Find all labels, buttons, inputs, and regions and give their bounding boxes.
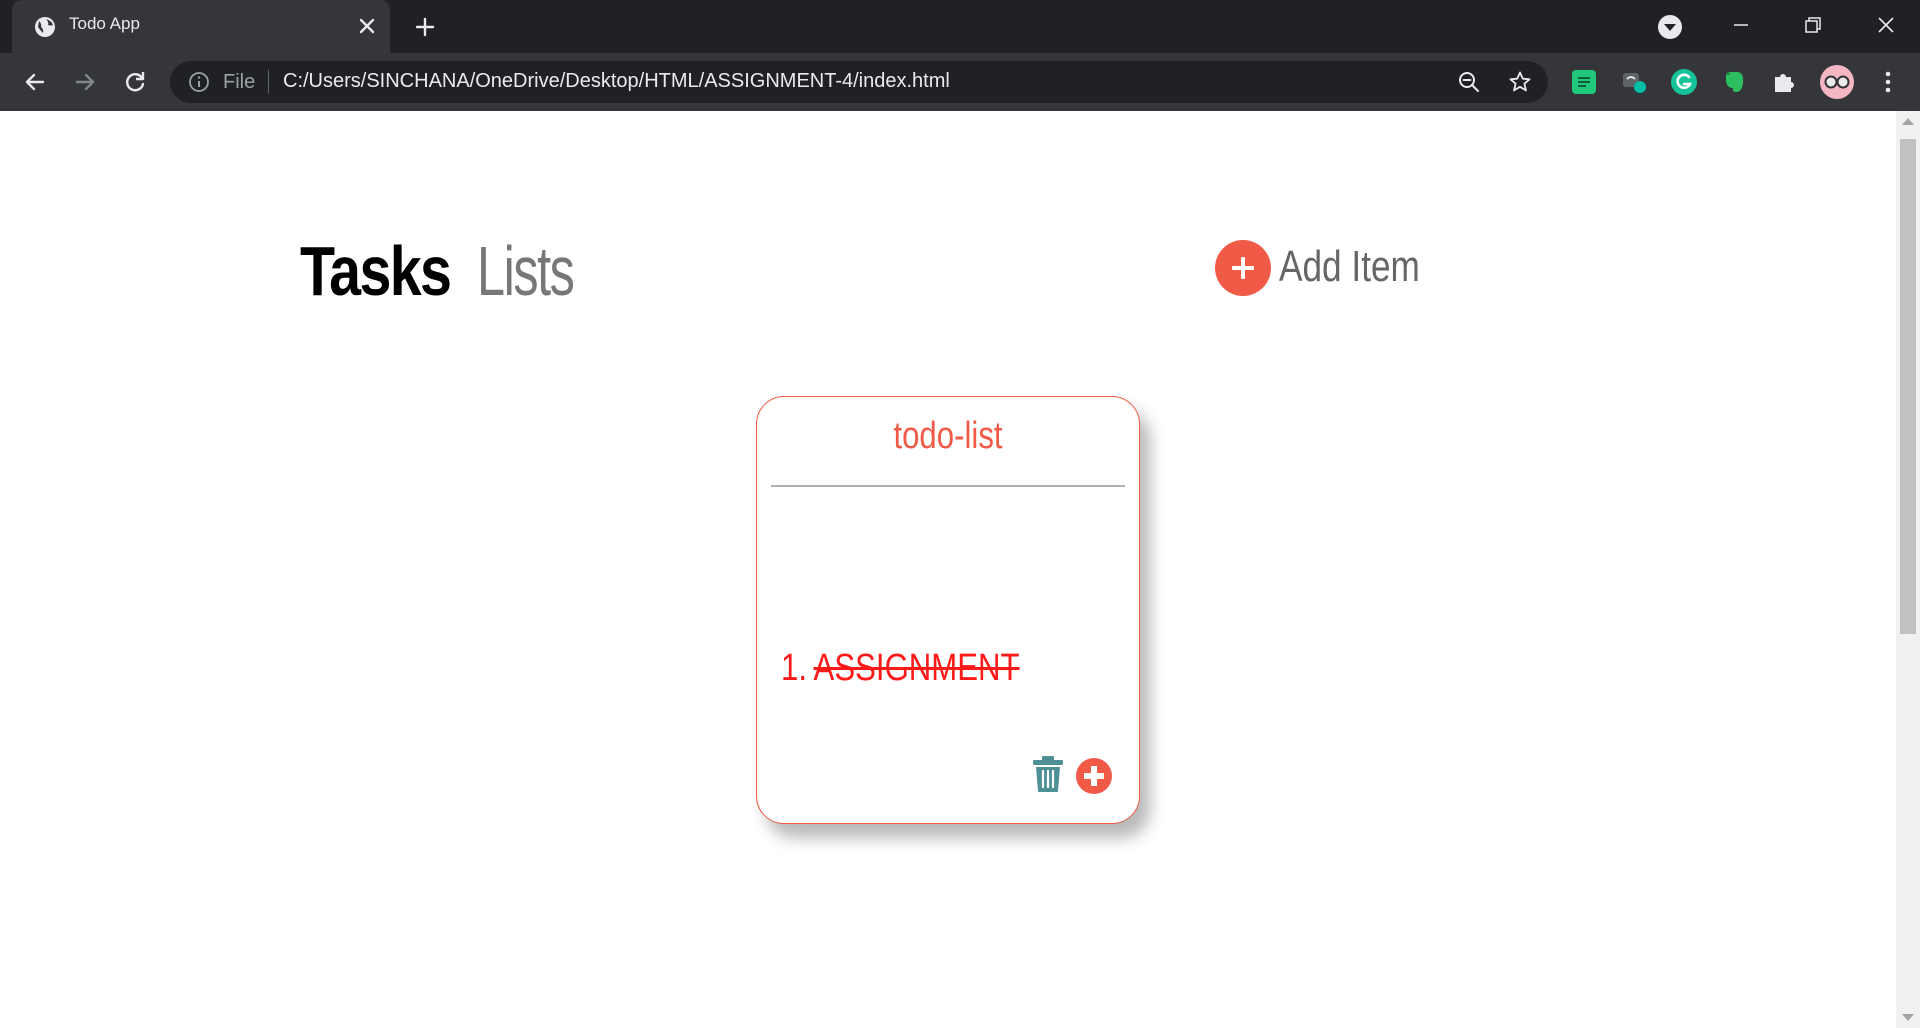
todo-list: 1. ASSIGNMENT bbox=[781, 647, 1072, 690]
meet-extension-icon[interactable] bbox=[1619, 67, 1649, 97]
zoom-out-icon[interactable] bbox=[1457, 70, 1481, 94]
globe-icon bbox=[35, 17, 55, 37]
new-tab-button[interactable] bbox=[411, 13, 439, 41]
profile-avatar[interactable] bbox=[1820, 65, 1854, 99]
todo-card: todo-list 1. ASSIGNMENT bbox=[756, 396, 1140, 824]
address-bar[interactable]: File C:/Users/SINCHANA/OneDrive/Desktop/… bbox=[170, 61, 1548, 103]
spreadsheet-extension-icon[interactable] bbox=[1569, 67, 1599, 97]
info-icon[interactable] bbox=[188, 71, 210, 93]
nav-tasks-link[interactable]: Tasks bbox=[300, 231, 452, 311]
puzzle-icon[interactable] bbox=[1769, 67, 1799, 97]
forward-icon[interactable] bbox=[70, 67, 100, 97]
vertical-scrollbar[interactable] bbox=[1896, 111, 1920, 1028]
browser-toolbar: File C:/Users/SINCHANA/OneDrive/Desktop/… bbox=[0, 53, 1920, 111]
add-item-label[interactable]: Add Item bbox=[1279, 242, 1420, 292]
evernote-icon[interactable] bbox=[1719, 67, 1749, 97]
add-item-button[interactable]: Add Item bbox=[1215, 240, 1420, 298]
trash-icon[interactable] bbox=[1031, 755, 1065, 793]
tab-search-dropdown-icon[interactable] bbox=[1656, 13, 1684, 41]
scroll-down-arrow-icon[interactable] bbox=[1902, 1014, 1914, 1021]
list-item-number: 1. bbox=[781, 647, 807, 689]
url-scheme-label: File bbox=[223, 71, 256, 93]
grammarly-icon[interactable] bbox=[1669, 67, 1699, 97]
minimize-icon[interactable] bbox=[1726, 10, 1756, 40]
close-window-icon[interactable] bbox=[1871, 10, 1901, 40]
card-divider bbox=[771, 485, 1125, 487]
tab-title: Todo App bbox=[69, 14, 140, 33]
add-circle-icon[interactable] bbox=[1215, 240, 1271, 296]
url-text[interactable]: C:/Users/SINCHANA/OneDrive/Desktop/HTML/… bbox=[283, 70, 950, 93]
add-task-plus-icon[interactable] bbox=[1076, 758, 1112, 794]
card-title: todo-list bbox=[893, 415, 1003, 457]
restore-icon[interactable] bbox=[1798, 10, 1828, 40]
scroll-up-arrow-icon[interactable] bbox=[1902, 118, 1914, 125]
nav-lists-link[interactable]: Lists bbox=[477, 231, 575, 311]
menu-icon[interactable] bbox=[1873, 67, 1903, 97]
browser-tab-strip: Todo App bbox=[0, 0, 1920, 53]
back-icon[interactable] bbox=[20, 67, 50, 97]
reload-icon[interactable] bbox=[120, 67, 150, 97]
close-icon[interactable] bbox=[355, 14, 379, 38]
page-content: Tasks Lists Add Item todo-list 1. ASSIGNM… bbox=[0, 111, 1896, 1028]
list-item[interactable]: 1. ASSIGNMENT bbox=[781, 647, 1020, 690]
omnibox-divider bbox=[268, 70, 269, 94]
browser-tab[interactable]: Todo App bbox=[12, 0, 390, 53]
list-item-text[interactable]: ASSIGNMENT bbox=[814, 647, 1020, 689]
star-icon[interactable] bbox=[1508, 70, 1532, 94]
scroll-thumb[interactable] bbox=[1900, 139, 1916, 634]
